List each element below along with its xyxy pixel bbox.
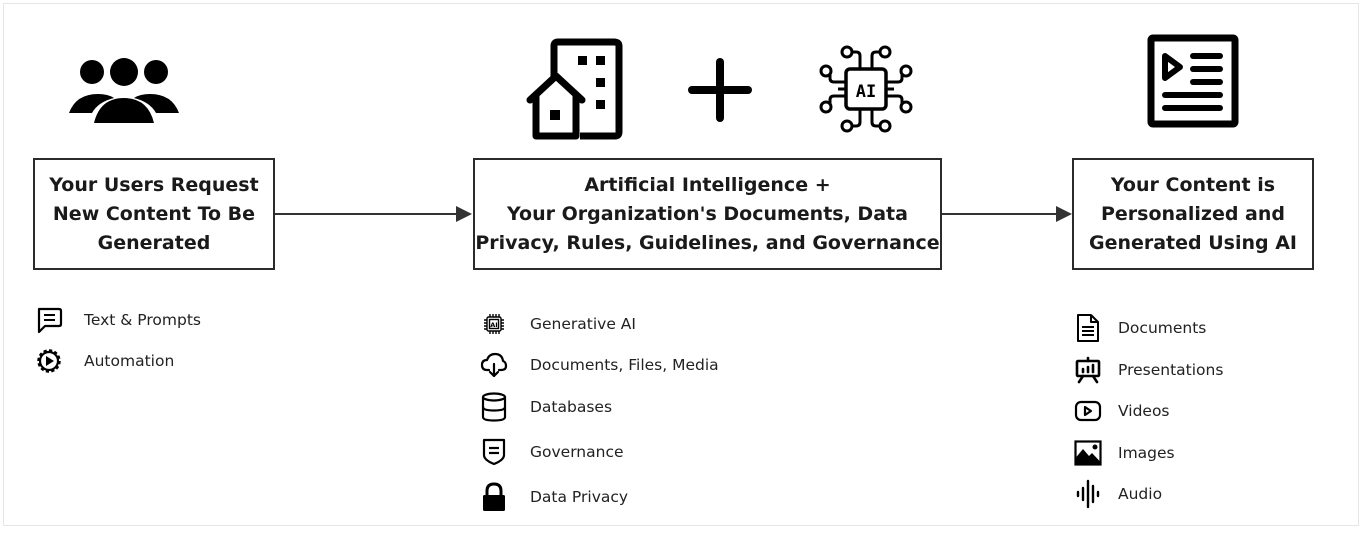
- list-item-label: Presentations: [1118, 361, 1224, 379]
- shield-icon: [479, 437, 509, 467]
- plus-icon: [688, 58, 752, 122]
- stage-box-personalized-content: Your Content is Personalized and Generat…: [1072, 158, 1314, 270]
- building-house-icon: [526, 38, 624, 140]
- list-item-label: Governance: [530, 443, 624, 461]
- flow-arrow-2: [942, 206, 1072, 222]
- list-item: Automation: [34, 346, 174, 376]
- cloud-download-icon: [479, 350, 509, 380]
- users-group-icon: [68, 58, 180, 124]
- presentation-icon: [1073, 355, 1103, 385]
- list-item-label: Documents: [1118, 319, 1207, 337]
- list-item-label: Images: [1118, 444, 1175, 462]
- chat-message-icon: [34, 305, 64, 335]
- list-item: Images: [1073, 438, 1175, 468]
- list-item: Text & Prompts: [34, 305, 201, 335]
- stage-box-user-request: Your Users Request New Content To Be Gen…: [33, 158, 275, 270]
- list-item-label: Audio: [1118, 485, 1163, 503]
- list-item: Presentations: [1073, 355, 1223, 385]
- list-item-label: Data Privacy: [530, 488, 629, 506]
- svg-text:AI: AI: [856, 82, 876, 102]
- list-item: Databases: [479, 392, 612, 422]
- list-item-label: Videos: [1118, 402, 1170, 420]
- video-play-icon: [1073, 396, 1103, 426]
- list-item: Audio: [1073, 479, 1162, 509]
- image-icon: [1073, 438, 1103, 468]
- stage-box-ai-organization: Artificial Intelligence + Your Organizat…: [473, 158, 942, 270]
- list-item-label: Databases: [530, 398, 613, 416]
- list-item: Videos: [1073, 396, 1170, 426]
- list-item-label: Text & Prompts: [84, 311, 201, 329]
- ai-chip-small-icon: AI: [479, 309, 509, 339]
- document-icon: [1073, 313, 1103, 343]
- lock-icon: [479, 482, 509, 512]
- list-item: Data Privacy: [479, 482, 628, 512]
- ai-chip-icon: AI: [818, 42, 914, 136]
- stage-title: Artificial Intelligence + Your Organizat…: [475, 173, 940, 254]
- media-document-icon: [1147, 34, 1239, 128]
- list-item: Documents, Files, Media: [479, 350, 719, 380]
- flow-arrow-1: [275, 206, 472, 222]
- list-item-label: Automation: [84, 352, 175, 370]
- list-item: AI Generative AI: [479, 309, 636, 339]
- database-icon: [479, 392, 509, 422]
- svg-text:AI: AI: [490, 321, 497, 329]
- stage-title: Your Users Request New Content To Be Gen…: [49, 173, 259, 254]
- list-item-label: Documents, Files, Media: [530, 356, 719, 374]
- automation-gear-play-icon: [34, 346, 64, 376]
- list-item: Governance: [479, 437, 624, 467]
- list-item: Documents: [1073, 313, 1206, 343]
- stage-title: Your Content is Personalized and Generat…: [1088, 173, 1298, 254]
- audio-wave-icon: [1073, 479, 1103, 509]
- list-item-label: Generative AI: [530, 315, 636, 333]
